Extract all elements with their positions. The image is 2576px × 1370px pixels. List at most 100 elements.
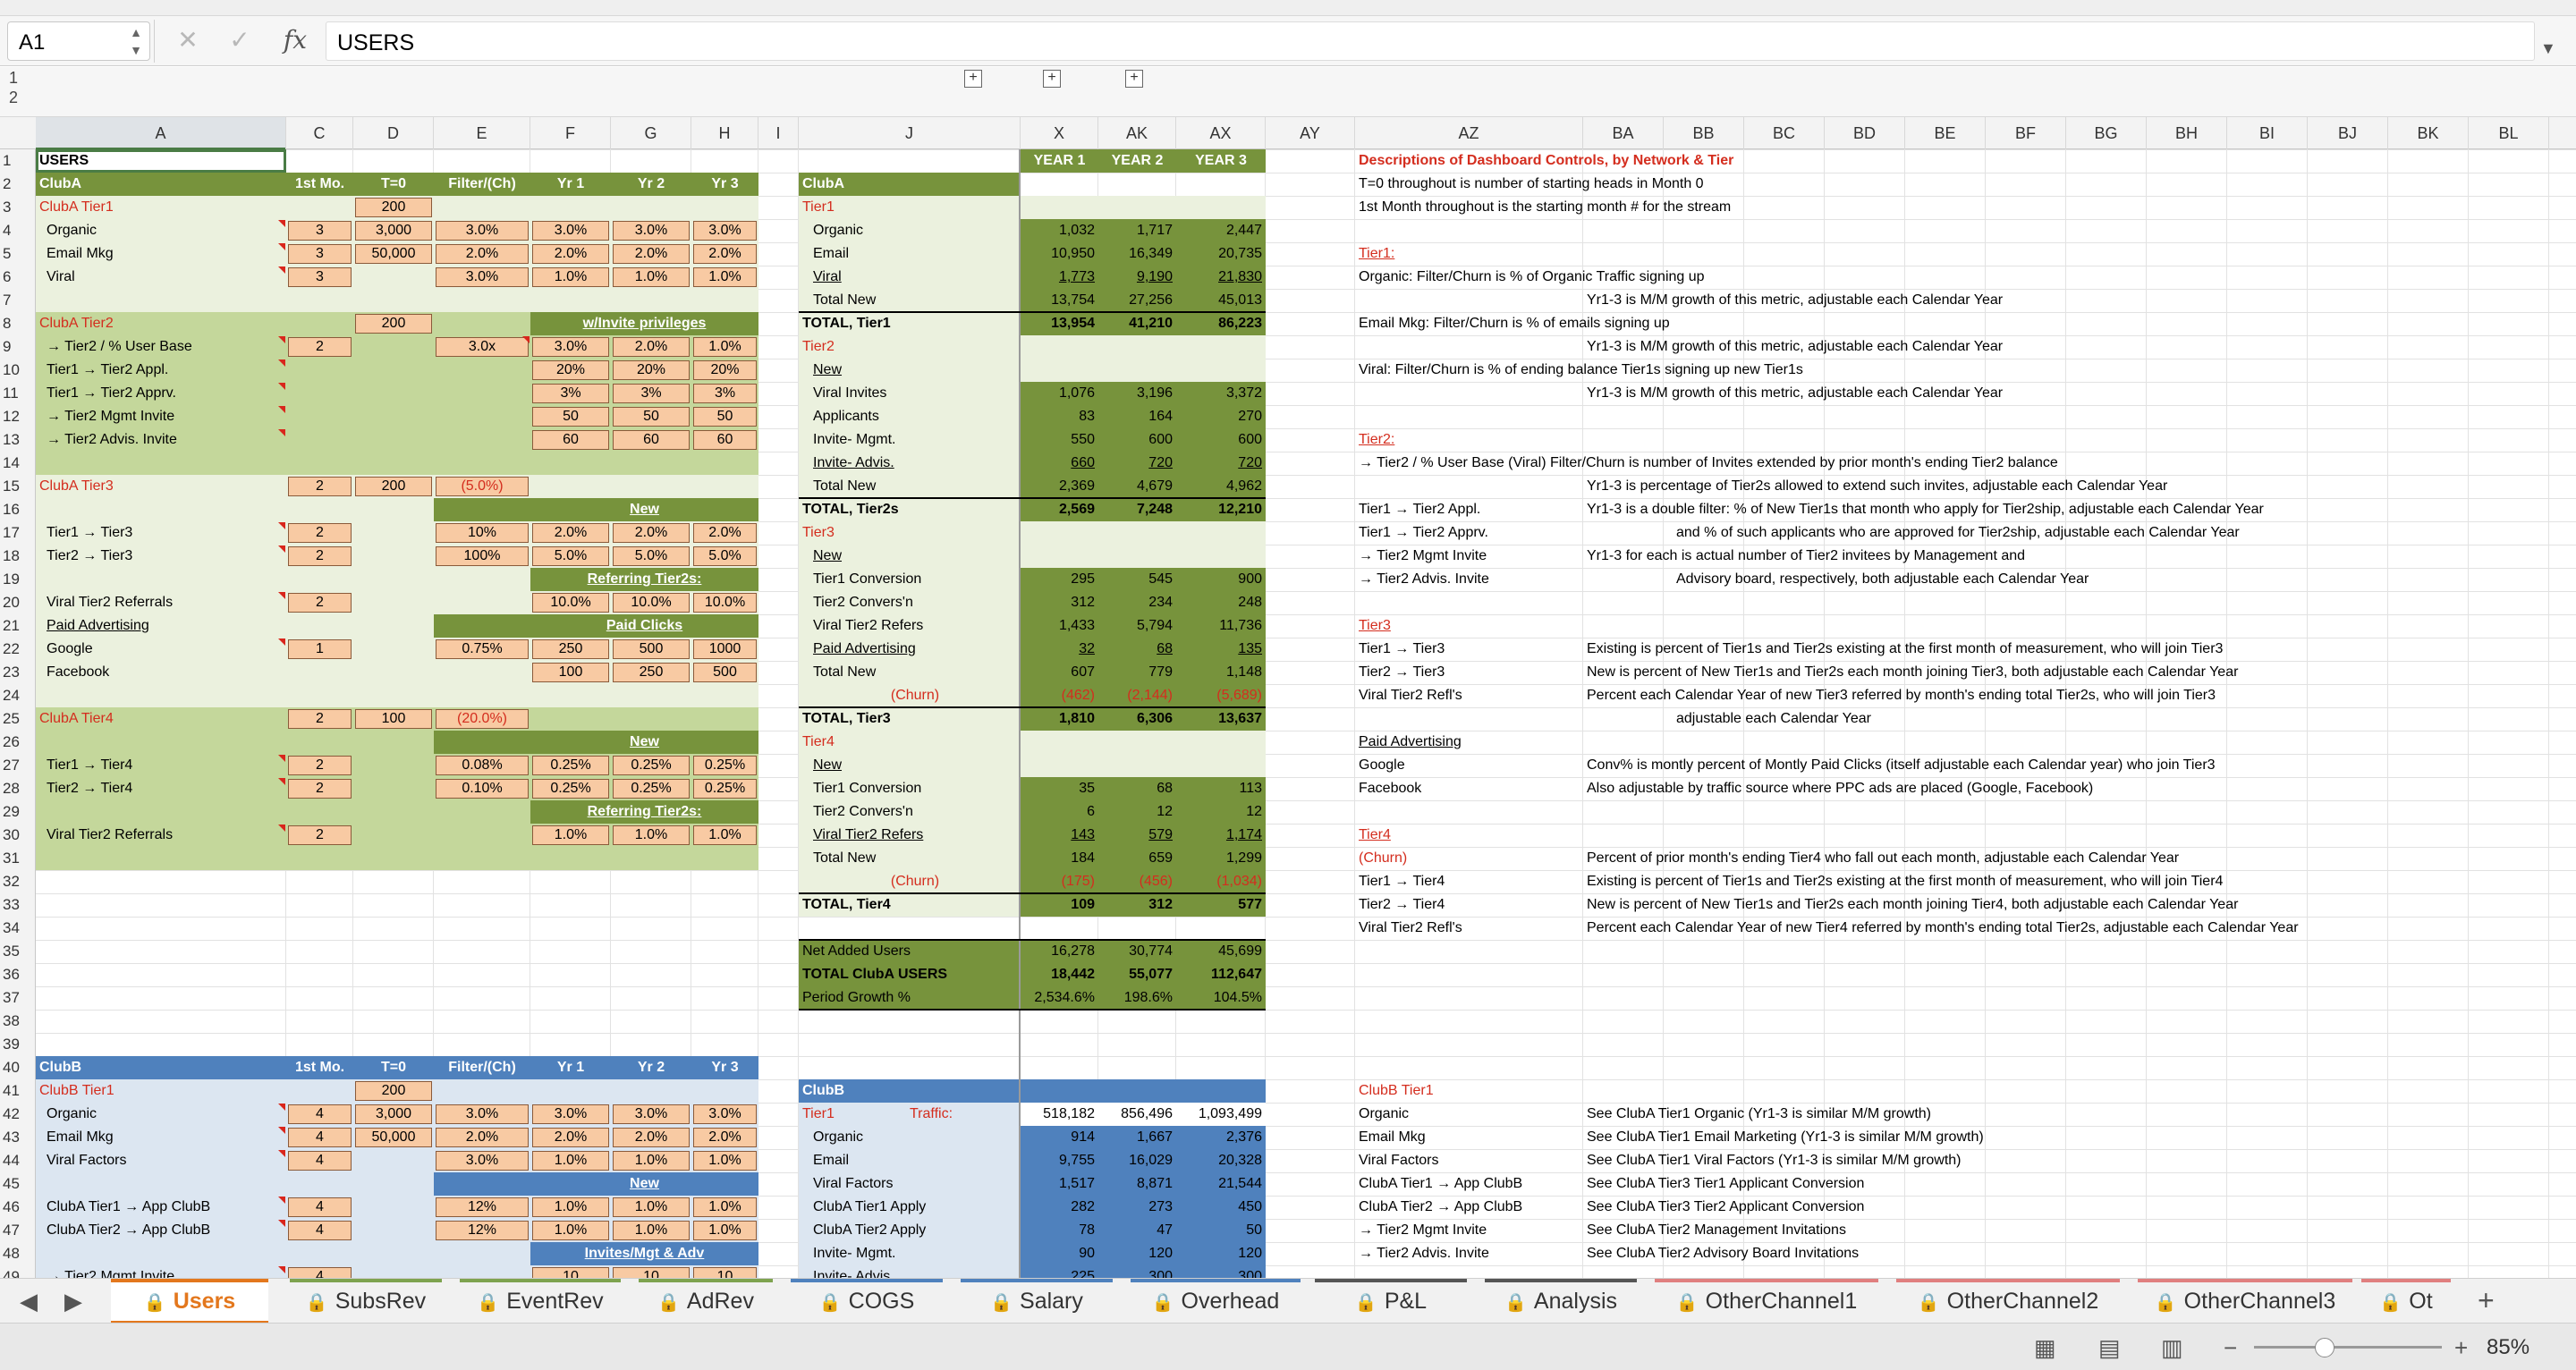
row-header[interactable]: 42 xyxy=(0,1103,36,1126)
calc-value[interactable]: 2,376 xyxy=(1180,1126,1262,1149)
column-label[interactable]: Yr 3 xyxy=(695,173,755,196)
row-header[interactable]: 7 xyxy=(0,289,36,312)
row-header[interactable]: 2 xyxy=(0,173,36,196)
value-cell[interactable]: 3.0% xyxy=(437,266,527,289)
calc-value[interactable]: 198.6% xyxy=(1102,986,1173,1010)
calc-value[interactable]: 1,299 xyxy=(1180,847,1262,870)
calc-row-label[interactable]: Total New xyxy=(813,661,1017,684)
outline-level-2[interactable]: 2 xyxy=(9,89,18,107)
calc-row-label[interactable]: Tier2 Convers'n xyxy=(813,800,1017,824)
value-cell[interactable]: 1000 xyxy=(695,638,755,661)
value-cell[interactable]: 3,000 xyxy=(357,1103,430,1126)
calc-value[interactable]: 8,871 xyxy=(1102,1172,1173,1196)
value-cell[interactable]: 1.0% xyxy=(695,1196,755,1219)
calc-value[interactable]: 1,076 xyxy=(1024,382,1095,405)
row-header[interactable]: 28 xyxy=(0,777,36,800)
row-header[interactable]: 12 xyxy=(0,405,36,428)
club-label[interactable]: ClubB xyxy=(39,1056,283,1079)
calc-row-label[interactable]: Viral Factors xyxy=(813,1172,1017,1196)
row-label[interactable]: Organic xyxy=(47,219,283,242)
description-text[interactable]: Also adjustable by traffic source where … xyxy=(1587,777,2093,800)
calc-row-label[interactable]: Viral xyxy=(813,266,1017,289)
value-cell[interactable]: 10 xyxy=(614,1265,688,1278)
value-cell[interactable]: 1.0% xyxy=(695,1149,755,1172)
row-header[interactable]: 30 xyxy=(0,824,36,847)
value-cell[interactable]: 3 xyxy=(290,219,350,242)
sheet-tab-otherchannel3[interactable]: 🔒 OtherChannel3 xyxy=(2138,1279,2352,1323)
add-sheet-button[interactable]: + xyxy=(2478,1284,2495,1317)
value-cell[interactable]: 3.0% xyxy=(614,1103,688,1126)
value-cell[interactable]: 4 xyxy=(290,1126,350,1149)
value-cell[interactable]: 2.0% xyxy=(614,335,688,359)
value-cell[interactable]: 2 xyxy=(290,777,350,800)
value-cell[interactable]: 50,000 xyxy=(357,1126,430,1149)
row-header[interactable]: 4 xyxy=(0,219,36,242)
column-header-g[interactable]: G xyxy=(611,117,691,149)
description-label[interactable]: Tier4 xyxy=(1359,824,1580,847)
value-cell[interactable]: 3.0% xyxy=(534,1103,607,1126)
year-header[interactable]: YEAR 3 xyxy=(1180,149,1262,173)
value-cell[interactable]: 2.0% xyxy=(695,242,755,266)
column-header-h[interactable]: H xyxy=(691,117,758,149)
calc-value[interactable]: 9,190 xyxy=(1102,266,1173,289)
description-text[interactable]: See ClubA Tier2 Advisory Board Invitatio… xyxy=(1587,1242,1859,1265)
column-header-ak[interactable]: AK xyxy=(1098,117,1176,149)
description-label[interactable]: Viral Tier2 Refl's xyxy=(1359,917,1580,940)
calc-value[interactable]: 1,773 xyxy=(1024,266,1095,289)
description-label[interactable]: → Tier2 Mgmt Invite xyxy=(1359,1219,1580,1242)
row-label[interactable]: ClubA Tier2 → App ClubB xyxy=(47,1219,283,1242)
row-header[interactable]: 22 xyxy=(0,638,36,661)
subheader-label[interactable]: Paid Clicks xyxy=(534,614,755,638)
calc-value[interactable]: 1,032 xyxy=(1024,219,1095,242)
calc-value[interactable]: 7,248 xyxy=(1102,498,1173,521)
calc-value[interactable]: (456) xyxy=(1102,870,1173,893)
value-cell[interactable]: 250 xyxy=(534,638,607,661)
value-cell[interactable]: 2.0% xyxy=(695,521,755,545)
value-cell[interactable]: 1.0% xyxy=(614,1196,688,1219)
subheader-label[interactable]: New xyxy=(534,731,755,754)
value-cell[interactable]: 1.0% xyxy=(534,1196,607,1219)
value-cell[interactable]: 3.0% xyxy=(695,219,755,242)
description-label[interactable]: Tier1 → Tier3 xyxy=(1359,638,1580,661)
description-label[interactable]: Tier1: xyxy=(1359,242,1580,266)
value-cell[interactable]: 10 xyxy=(695,1265,755,1278)
value-cell[interactable]: 0.25% xyxy=(534,754,607,777)
row-header[interactable]: 29 xyxy=(0,800,36,824)
calc-row-label[interactable]: Total New xyxy=(813,847,1017,870)
calc-row-label[interactable]: Viral Invites xyxy=(813,382,1017,405)
column-label[interactable]: 1st Mo. xyxy=(290,173,350,196)
row-label[interactable]: ClubA Tier4 xyxy=(39,707,283,731)
calc-row-label[interactable]: Email xyxy=(813,242,1017,266)
calc-value[interactable]: 248 xyxy=(1180,591,1262,614)
value-cell[interactable]: 50 xyxy=(695,405,755,428)
description-label[interactable]: Viral Factors xyxy=(1359,1149,1580,1172)
value-cell[interactable]: 3% xyxy=(614,382,688,405)
calc-value[interactable]: 13,954 xyxy=(1024,312,1095,335)
value-cell[interactable]: 0.10% xyxy=(437,777,527,800)
row-header[interactable]: 27 xyxy=(0,754,36,777)
row-label[interactable]: → Tier2 Mgmt Invite xyxy=(47,405,283,428)
description-text[interactable]: and % of such applicants who are approve… xyxy=(1676,521,2240,545)
calc-value[interactable]: 914 xyxy=(1024,1126,1095,1149)
calc-value[interactable]: 1,148 xyxy=(1180,661,1262,684)
calc-row-label[interactable]: Paid Advertising xyxy=(813,638,1017,661)
calc-value[interactable]: 607 xyxy=(1024,661,1095,684)
calc-value[interactable]: 1,667 xyxy=(1102,1126,1173,1149)
row-header[interactable]: 23 xyxy=(0,661,36,684)
column-header-f[interactable]: F xyxy=(530,117,611,149)
column-header-az[interactable]: AZ xyxy=(1355,117,1583,149)
row-header[interactable]: 35 xyxy=(0,940,36,963)
value-cell[interactable]: 100 xyxy=(534,661,607,684)
value-cell[interactable]: 2 xyxy=(290,475,350,498)
value-cell[interactable]: 200 xyxy=(357,1079,430,1103)
calc-value[interactable]: 550 xyxy=(1024,428,1095,452)
row-header[interactable]: 40 xyxy=(0,1056,36,1079)
calc-value[interactable]: 600 xyxy=(1102,428,1173,452)
row-label[interactable]: → Tier2 Mgmt Invite xyxy=(47,1265,283,1278)
page-break-icon[interactable]: ▥ xyxy=(2161,1334,2183,1362)
calc-value[interactable]: 50 xyxy=(1180,1219,1262,1242)
row-label[interactable]: Tier1 → Tier2 Appl. xyxy=(47,359,283,382)
name-box-stepper-icon[interactable]: ▲ ▼ xyxy=(127,23,145,59)
row-label[interactable]: ClubA Tier1 → App ClubB xyxy=(47,1196,283,1219)
value-cell[interactable]: 20% xyxy=(695,359,755,382)
